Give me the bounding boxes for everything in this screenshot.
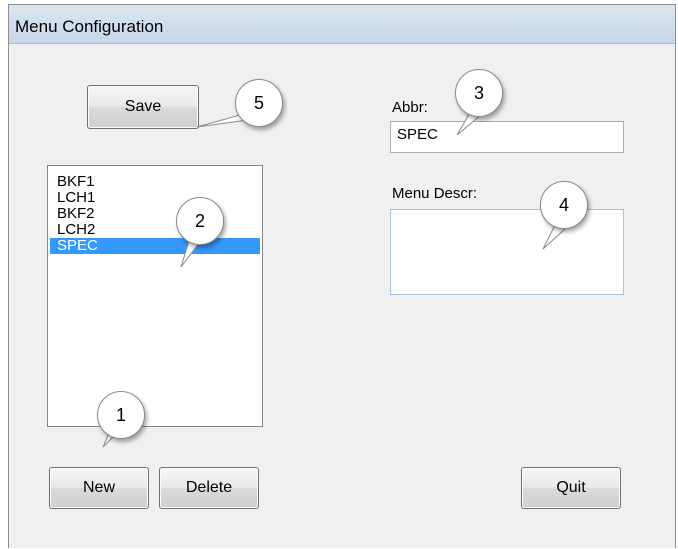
callout-1: 1 xyxy=(97,391,145,439)
callout-5: 5 xyxy=(235,79,283,127)
callout-3: 3 xyxy=(455,69,503,117)
callout-4: 4 xyxy=(540,181,588,229)
callout-2: 2 xyxy=(176,197,224,245)
callout-pointers xyxy=(102,110,566,448)
callout-2-pointer xyxy=(180,240,200,268)
menu-configuration-window: Menu Configuration Save BKF1 LCH1 BKF2 L… xyxy=(8,4,676,548)
